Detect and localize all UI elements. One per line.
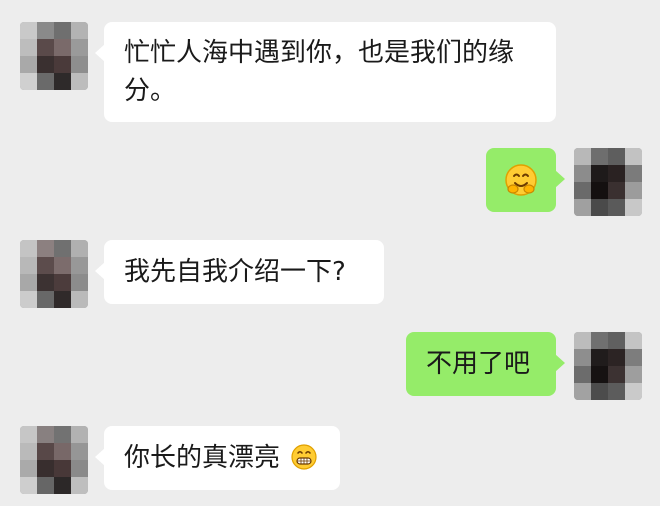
- message-text: 不用了吧: [426, 349, 531, 379]
- message-text: 我先自我介绍一下?: [124, 257, 346, 287]
- bubble-tail: [555, 354, 565, 372]
- grinning-face-emoji: [291, 443, 317, 470]
- message-text: 你长的真漂亮: [124, 443, 281, 473]
- contact-avatar[interactable]: [20, 22, 88, 90]
- message-text: 忙忙人海中遇到你，也是我们的缘分。: [124, 38, 515, 106]
- message-bubble-incoming[interactable]: 我先自我介绍一下?: [95, 240, 384, 304]
- contact-avatar[interactable]: [20, 240, 88, 308]
- my-avatar[interactable]: [574, 332, 642, 400]
- bubble-tail: [95, 448, 105, 466]
- message-bubble-outgoing[interactable]: [486, 148, 565, 212]
- my-avatar[interactable]: [574, 148, 642, 216]
- contact-avatar[interactable]: [20, 426, 88, 494]
- bubble-tail: [95, 44, 105, 62]
- chat-conversation: 忙忙人海中遇到你，也是我们的缘分。 我先自我介绍一下? 不用了吧 你长的真漂亮: [0, 0, 660, 506]
- message-bubble-incoming[interactable]: 忙忙人海中遇到你，也是我们的缘分。: [95, 22, 556, 122]
- hugging-face-emoji: [505, 163, 537, 196]
- message-bubble-outgoing[interactable]: 不用了吧: [406, 332, 565, 396]
- message-bubble-incoming[interactable]: 你长的真漂亮: [95, 426, 340, 490]
- bubble-tail: [95, 262, 105, 280]
- bubble-tail: [555, 170, 565, 188]
